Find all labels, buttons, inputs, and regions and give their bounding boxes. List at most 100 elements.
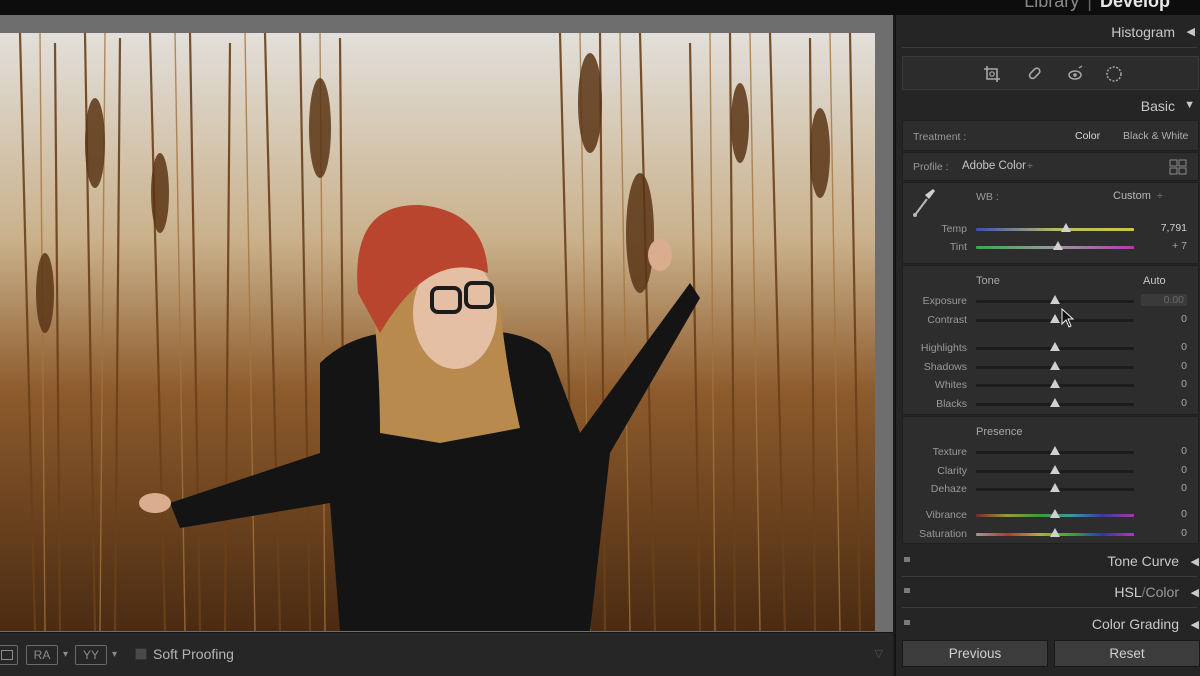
clarity-value[interactable]: 0 bbox=[1141, 464, 1187, 476]
clarity-slider-thumb[interactable] bbox=[1050, 464, 1060, 474]
expand-left-icon: ◀ bbox=[1190, 587, 1199, 599]
whites-value[interactable]: 0 bbox=[1141, 378, 1187, 390]
divider bbox=[902, 47, 1197, 48]
panel-switch-icon[interactable] bbox=[904, 557, 910, 562]
tone-title: Tone bbox=[976, 275, 1000, 287]
highlights-slider-thumb[interactable] bbox=[1050, 342, 1060, 351]
photo-preview[interactable] bbox=[0, 33, 875, 631]
wb-dropdown[interactable]: Custom bbox=[1113, 190, 1151, 202]
crop-overlay-icon[interactable] bbox=[983, 65, 1001, 83]
saturation-value[interactable]: 0 bbox=[1141, 527, 1187, 539]
panel-switch-icon[interactable] bbox=[904, 588, 910, 593]
contrast-label: Contrast bbox=[927, 313, 967, 326]
before-after-dropdown-icon[interactable]: ▾ bbox=[63, 645, 68, 665]
tint-label: Tint bbox=[949, 241, 967, 253]
vibrance-value[interactable]: 0 bbox=[1141, 508, 1187, 520]
profile-label: Profile : bbox=[913, 161, 949, 173]
texture-label: Texture bbox=[932, 446, 967, 458]
texture-value[interactable]: 0 bbox=[1141, 445, 1187, 457]
blacks-slider-thumb[interactable] bbox=[1050, 397, 1060, 407]
photo-illustration bbox=[0, 33, 875, 631]
hsl-tab[interactable]: HSL bbox=[1114, 584, 1141, 600]
photo-canvas bbox=[0, 15, 893, 632]
vibrance-slider-thumb[interactable] bbox=[1050, 509, 1060, 518]
temp-slider-track[interactable] bbox=[976, 228, 1134, 231]
module-develop[interactable]: Develop bbox=[1100, 0, 1170, 11]
profile-dropdown[interactable]: Adobe Color bbox=[962, 160, 1026, 172]
module-picker: Library | Develop bbox=[0, 0, 1200, 15]
clarity-label: Clarity bbox=[937, 464, 967, 477]
hsl-color-title: HSL/Color bbox=[1114, 584, 1179, 600]
red-eye-icon[interactable] bbox=[1066, 65, 1084, 83]
shadows-slider-thumb[interactable] bbox=[1050, 360, 1060, 370]
color-grading-title: Color Grading bbox=[1091, 616, 1179, 632]
exposure-value[interactable]: 0.00 bbox=[1141, 294, 1187, 306]
basic-header[interactable]: Basic ▼ bbox=[896, 98, 1200, 116]
temp-value[interactable]: 7,791 bbox=[1141, 222, 1187, 234]
contrast-value[interactable]: 0 bbox=[1141, 313, 1187, 325]
wb-stepper-icon[interactable]: ÷ bbox=[1157, 190, 1163, 202]
saturation-label: Saturation bbox=[919, 527, 967, 540]
expand-left-icon: ◀ bbox=[1190, 556, 1199, 568]
texture-slider-thumb[interactable] bbox=[1050, 446, 1060, 455]
treatment-color-option[interactable]: Color bbox=[1075, 130, 1100, 142]
healing-icon[interactable] bbox=[1025, 65, 1043, 83]
dehaze-value[interactable]: 0 bbox=[1141, 482, 1187, 494]
panel-switch-icon[interactable] bbox=[904, 620, 910, 625]
tint-slider-thumb[interactable] bbox=[1053, 241, 1064, 250]
profile-stepper-icon[interactable]: ÷ bbox=[1027, 160, 1033, 172]
hsl-color-header[interactable]: HSL/Color ◀ bbox=[902, 580, 1199, 608]
soft-proofing-checkbox[interactable] bbox=[135, 648, 147, 660]
tool-strip bbox=[902, 56, 1199, 90]
tone-curve-header[interactable]: Tone Curve ◀ bbox=[902, 549, 1199, 577]
blacks-value[interactable]: 0 bbox=[1141, 397, 1187, 409]
temp-label: Temp bbox=[941, 223, 967, 235]
tone-curve-title: Tone Curve bbox=[1107, 553, 1179, 569]
auto-tone-button[interactable]: Auto bbox=[1143, 275, 1166, 287]
treatment-label: Treatment : bbox=[913, 131, 967, 143]
module-library[interactable]: Library bbox=[1024, 0, 1079, 11]
loupe-view-icon bbox=[1, 650, 13, 660]
develop-right-panel: Histogram ◀ Basic ▼ Treatment : Color Bl… bbox=[895, 15, 1200, 676]
highlights-label: Highlights bbox=[920, 342, 967, 354]
masking-icon[interactable] bbox=[1105, 65, 1123, 83]
collapse-down-icon: ▼ bbox=[1184, 99, 1195, 111]
exposure-label: Exposure bbox=[922, 295, 967, 307]
mouse-cursor-icon bbox=[1061, 308, 1075, 328]
presence-title: Presence bbox=[976, 426, 1023, 438]
contrast-slider-thumb[interactable] bbox=[1050, 313, 1060, 323]
color-grading-header[interactable]: Color Grading ◀ bbox=[902, 612, 1199, 640]
whites-slider-thumb[interactable] bbox=[1050, 379, 1060, 388]
temp-slider-thumb[interactable] bbox=[1061, 223, 1072, 232]
survey-dropdown-icon[interactable]: ▾ bbox=[112, 645, 117, 665]
toolbar-options-icon[interactable]: ▽ bbox=[875, 647, 883, 660]
presence-section: Presence Texture 0 Clarity 0 Dehaze 0 Vibrance… bbox=[902, 416, 1199, 544]
reset-button[interactable]: Reset bbox=[1054, 640, 1200, 667]
highlights-value[interactable]: 0 bbox=[1141, 341, 1187, 353]
treatment-bw-option[interactable]: Black & White bbox=[1123, 130, 1188, 142]
color-tab[interactable]: Color bbox=[1146, 584, 1179, 600]
dehaze-slider-thumb[interactable] bbox=[1050, 483, 1060, 492]
saturation-slider-thumb[interactable] bbox=[1050, 527, 1060, 537]
loupe-view-button[interactable] bbox=[0, 645, 18, 665]
histogram-header[interactable]: Histogram ◀ bbox=[896, 24, 1200, 42]
dehaze-label: Dehaze bbox=[930, 483, 967, 495]
white-balance-section: WB : Custom ÷ Temp 7,791 Tint + 7 bbox=[902, 182, 1199, 264]
before-after-button[interactable]: RA bbox=[26, 645, 58, 665]
histogram-title: Histogram bbox=[1111, 24, 1175, 40]
wb-eyedropper-icon[interactable] bbox=[911, 187, 937, 219]
wb-label: WB : bbox=[976, 191, 999, 203]
shadows-label: Shadows bbox=[923, 360, 967, 373]
previous-button[interactable]: Previous bbox=[902, 640, 1048, 667]
profile-browser-icon[interactable] bbox=[1169, 159, 1187, 175]
vibrance-label: Vibrance bbox=[925, 509, 967, 521]
exposure-slider-thumb[interactable] bbox=[1050, 295, 1060, 304]
divider bbox=[902, 576, 1197, 577]
module-separator: | bbox=[1087, 0, 1092, 11]
tint-value[interactable]: + 7 bbox=[1141, 240, 1187, 252]
treatment-row: Treatment : Color Black & White bbox=[902, 120, 1199, 151]
profile-row: Profile : Adobe Color ÷ bbox=[902, 152, 1199, 181]
survey-button[interactable]: YY bbox=[75, 645, 107, 665]
shadows-value[interactable]: 0 bbox=[1141, 360, 1187, 372]
whites-label: Whites bbox=[934, 379, 967, 391]
